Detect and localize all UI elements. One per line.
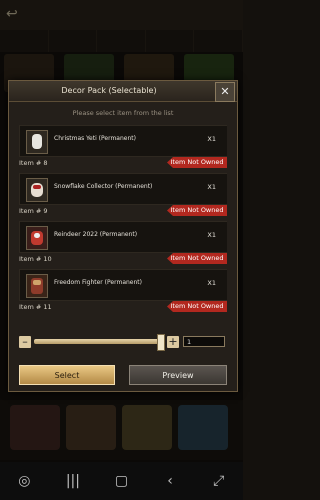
list-item[interactable]: Christmas Yeti (Permanent) X1 Item # 8 I… — [19, 125, 227, 171]
item-name: Reindeer 2022 (Permanent) — [54, 231, 138, 238]
dialog-title: Decor Pack (Selectable) — [61, 86, 157, 95]
quantity-slider[interactable] — [34, 339, 164, 344]
dialog-subtitle: Please select item from the list — [72, 109, 174, 117]
list-item[interactable]: Snowflake Collector (Permanent) X1 Item … — [19, 173, 227, 219]
item-quantity: X1 — [207, 279, 216, 287]
status-badge: Item Not Owned — [167, 301, 227, 312]
list-item[interactable]: Freedom Fighter (Permanent) X1 Item # 11… — [19, 269, 227, 315]
select-button[interactable]: Select — [19, 365, 115, 385]
dialog-title-bar: Decor Pack (Selectable) ✕ — [9, 81, 237, 102]
status-badge: Item Not Owned — [167, 253, 227, 264]
item-number: Item # 11 — [19, 303, 52, 311]
item-quantity: X1 — [207, 231, 216, 239]
item-name: Snowflake Collector (Permanent) — [54, 183, 153, 190]
slider-handle[interactable] — [157, 334, 165, 351]
item-row[interactable]: Reindeer 2022 (Permanent) X1 — [19, 221, 227, 253]
item-thumbnail — [26, 178, 48, 202]
increase-button[interactable]: + — [167, 336, 179, 348]
item-number: Item # 9 — [19, 207, 48, 215]
close-button[interactable]: ✕ — [215, 82, 235, 102]
item-row[interactable]: Freedom Fighter (Permanent) X1 — [19, 269, 227, 301]
preview-button[interactable]: Preview — [129, 365, 227, 385]
rotate-icon[interactable]: ⤢ — [207, 473, 231, 489]
recents-icon[interactable]: ||| — [61, 473, 85, 489]
nav-back-icon[interactable]: ‹ — [158, 473, 182, 489]
item-row[interactable]: Snowflake Collector (Permanent) X1 — [19, 173, 227, 205]
item-list[interactable]: Christmas Yeti (Permanent) X1 Item # 8 I… — [19, 125, 227, 357]
item-number: Item # 8 — [19, 159, 48, 167]
item-number: Item # 10 — [19, 255, 52, 263]
status-badge: Item Not Owned — [167, 205, 227, 216]
item-quantity: X1 — [207, 183, 216, 191]
decor-pack-dialog: Decor Pack (Selectable) ✕ Please select … — [8, 80, 238, 392]
item-row[interactable]: Christmas Yeti (Permanent) X1 — [19, 125, 227, 157]
accessibility-icon[interactable]: ◎ — [12, 473, 36, 489]
item-quantity: X1 — [207, 135, 216, 143]
system-nav-bar: ◎ ||| ▢ ‹ ⤢ — [0, 462, 243, 500]
close-icon: ✕ — [220, 85, 230, 98]
decrease-button[interactable]: – — [19, 336, 31, 348]
item-thumbnail — [26, 274, 48, 298]
item-name: Freedom Fighter (Permanent) — [54, 279, 142, 286]
list-item[interactable]: Reindeer 2022 (Permanent) X1 Item # 10 I… — [19, 221, 227, 267]
quantity-selector: – + 1 — [9, 334, 237, 351]
home-icon[interactable]: ▢ — [109, 473, 133, 489]
quantity-input[interactable]: 1 — [183, 336, 225, 347]
item-name: Christmas Yeti (Permanent) — [54, 135, 136, 142]
item-thumbnail — [26, 130, 48, 154]
item-thumbnail — [26, 226, 48, 250]
status-badge: Item Not Owned — [167, 157, 227, 168]
